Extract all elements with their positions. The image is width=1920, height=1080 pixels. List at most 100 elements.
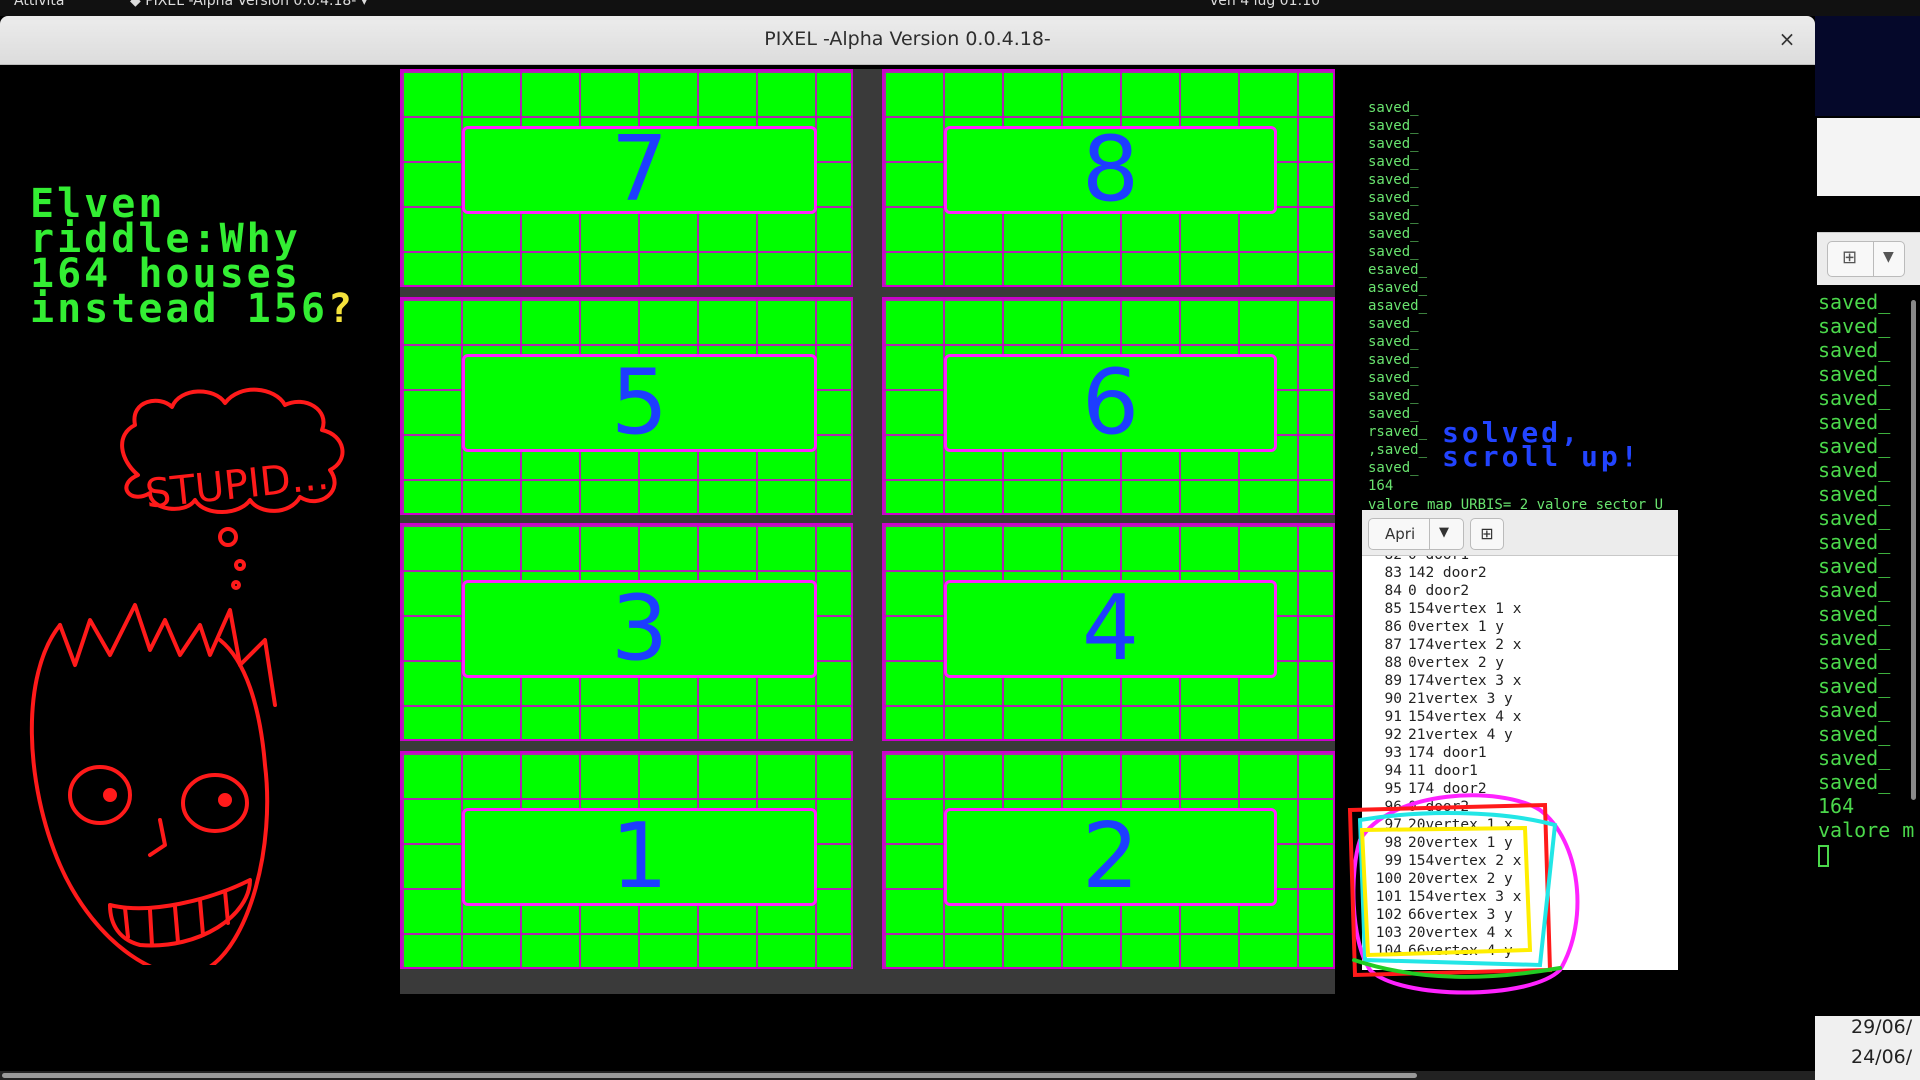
line-text: 174 door1 — [1408, 745, 1487, 761]
house-number: 8 — [1081, 117, 1140, 222]
editor-line: 86 0vertex 1 y — [1362, 618, 1678, 636]
line-text: 142 door2 — [1408, 565, 1487, 581]
new-tab-icon[interactable]: ⊞ — [1470, 518, 1504, 550]
terminal-line: saved_ — [1368, 352, 1419, 368]
editor-line: 84 0 door2 — [1362, 582, 1678, 600]
terminal-line: saved_ — [1368, 190, 1419, 206]
city-block[interactable]: 2 — [882, 751, 1335, 969]
editor-line: 85 154vertex 1 x — [1362, 600, 1678, 618]
line-text: 0vertex 2 y — [1408, 655, 1505, 671]
house-plot[interactable]: 8 — [944, 117, 1277, 222]
city-block[interactable]: 4 — [882, 523, 1335, 741]
line-text: 21vertex 4 y — [1408, 727, 1513, 743]
terminal-line: saved_ — [1818, 482, 1891, 506]
line-text: 0 door2 — [1408, 583, 1470, 599]
pixel-window: PIXEL -Alpha Version 0.0.4.18- × Elven r… — [0, 16, 1815, 1080]
editor-line: 88 0vertex 2 y — [1362, 654, 1678, 672]
line-number: 92 — [1384, 727, 1402, 743]
terminal-line: saved_ — [1818, 746, 1891, 770]
city-block[interactable]: 5 — [400, 297, 853, 515]
line-text: 0 door1 — [1408, 556, 1469, 563]
game-canvas[interactable]: Elven riddle:Why 164 houses instead 156?… — [0, 65, 1815, 1080]
house-plot[interactable]: 4 — [944, 580, 1277, 678]
line-number: 85 — [1384, 601, 1402, 617]
window-title: PIXEL -Alpha Version 0.0.4.18- — [764, 28, 1051, 50]
line-number: 87 — [1384, 637, 1402, 653]
house-plot[interactable]: 3 — [462, 580, 817, 678]
thought-text: STUPID... — [143, 453, 331, 518]
terminal-line: saved_ — [1368, 406, 1419, 422]
house-plot[interactable]: 2 — [944, 808, 1277, 906]
city-block[interactable]: 3 — [400, 523, 853, 741]
terminal-line: saved_ — [1368, 118, 1419, 134]
activities-button[interactable]: Attività — [14, 0, 64, 8]
terminal-line: saved_ — [1818, 458, 1891, 482]
editor-line: 83 142 door2 — [1362, 564, 1678, 582]
terminal-line: saved_ — [1368, 100, 1419, 116]
terminal-line: saved_ — [1818, 650, 1891, 674]
terminal-line: saved_ — [1368, 136, 1419, 152]
line-text: 174vertex 2 x — [1408, 637, 1522, 653]
terminal-line: saved_ — [1818, 362, 1891, 386]
terminal-line: 164 — [1818, 794, 1855, 818]
horizontal-scrollbar[interactable] — [0, 1071, 1815, 1080]
app-menu[interactable]: ◆ PIXEL -Alpha Version 0.0.4.18- ▾ — [130, 0, 368, 8]
terminal-line: saved_ — [1368, 334, 1419, 350]
line-text: 174vertex 3 x — [1408, 673, 1522, 689]
highlight-yellow — [1359, 825, 1533, 958]
terminal-line: saved_ — [1818, 770, 1891, 794]
terminal-line: saved_ — [1818, 506, 1891, 530]
open-button[interactable]: Apri ▼ — [1368, 518, 1464, 550]
line-number: 83 — [1384, 565, 1402, 581]
chevron-down-icon[interactable]: ▼ — [1883, 249, 1894, 265]
scrollbar-thumb[interactable] — [2, 1073, 1417, 1078]
city-block[interactable]: 1 — [400, 751, 853, 969]
editor-line: 87 174vertex 2 x — [1362, 636, 1678, 654]
right-pupil — [218, 793, 232, 807]
terminal-line: 164 — [1368, 478, 1394, 494]
line-number: 82 — [1362, 556, 1402, 564]
button-separator — [1429, 519, 1430, 549]
terminal-line: saved_ — [1818, 578, 1891, 602]
terminal-line: rsaved_ — [1368, 424, 1428, 440]
house-plot[interactable]: 6 — [944, 354, 1277, 452]
editor-line: 92 21vertex 4 y — [1362, 726, 1678, 744]
background-file-list: 29/06/ 24/06/ — [1815, 1016, 1920, 1080]
desktop: Attività ◆ PIXEL -Alpha Version 0.0.4.18… — [0, 0, 1920, 1080]
clock[interactable]: ven 4 lug 01:10 — [1210, 0, 1320, 8]
city-block[interactable]: 6 — [882, 297, 1335, 515]
line-number: 91 — [1384, 709, 1402, 725]
line-number: 90 — [1384, 691, 1402, 707]
close-button[interactable]: × — [1773, 25, 1801, 53]
city-block[interactable]: 8 — [882, 69, 1335, 287]
line-text: 154vertex 1 x — [1408, 601, 1522, 617]
chevron-down-icon[interactable]: ▼ — [1439, 525, 1449, 540]
terminal-line: saved_ — [1368, 172, 1419, 188]
stupid-face-doodle: STUPID... — [29, 387, 345, 965]
solved-message: solved, scroll up! — [1442, 416, 1641, 473]
terminal-line: saved_ — [1818, 338, 1891, 362]
line-number: 88 — [1384, 655, 1402, 671]
house-plot[interactable]: 7 — [462, 125, 817, 215]
line-text: 0vertex 1 y — [1408, 619, 1505, 635]
city-block[interactable]: 7 — [400, 69, 853, 287]
house-number: 3 — [610, 576, 669, 681]
new-tab-icon[interactable]: ⊞ — [1842, 247, 1857, 268]
city-map[interactable]: 7 8 5 6 3 4 1 2 — [400, 69, 1335, 994]
line-number: 89 — [1384, 673, 1402, 689]
background-panel-light — [1817, 118, 1920, 196]
terminal-line: saved_ — [1818, 602, 1891, 626]
house-plot[interactable]: 5 — [462, 354, 817, 452]
terminal-line: valore m — [1818, 818, 1915, 842]
hair — [58, 603, 277, 707]
terminal-line: saved_ — [1818, 290, 1891, 314]
house-number: 4 — [1081, 576, 1140, 681]
terminal-line: saved_ — [1818, 626, 1891, 650]
line-text: 21vertex 3 y — [1408, 691, 1513, 707]
house-number: 6 — [1081, 350, 1140, 455]
window-titlebar[interactable]: PIXEL -Alpha Version 0.0.4.18- × — [0, 16, 1815, 65]
terminal-panel: saved_ saved_ saved_ saved_ saved_ saved_ save… — [1362, 99, 1678, 513]
house-plot[interactable]: 1 — [462, 808, 817, 906]
terminal-line: asaved_ — [1368, 298, 1428, 314]
background-scrollbar[interactable] — [1911, 300, 1916, 800]
